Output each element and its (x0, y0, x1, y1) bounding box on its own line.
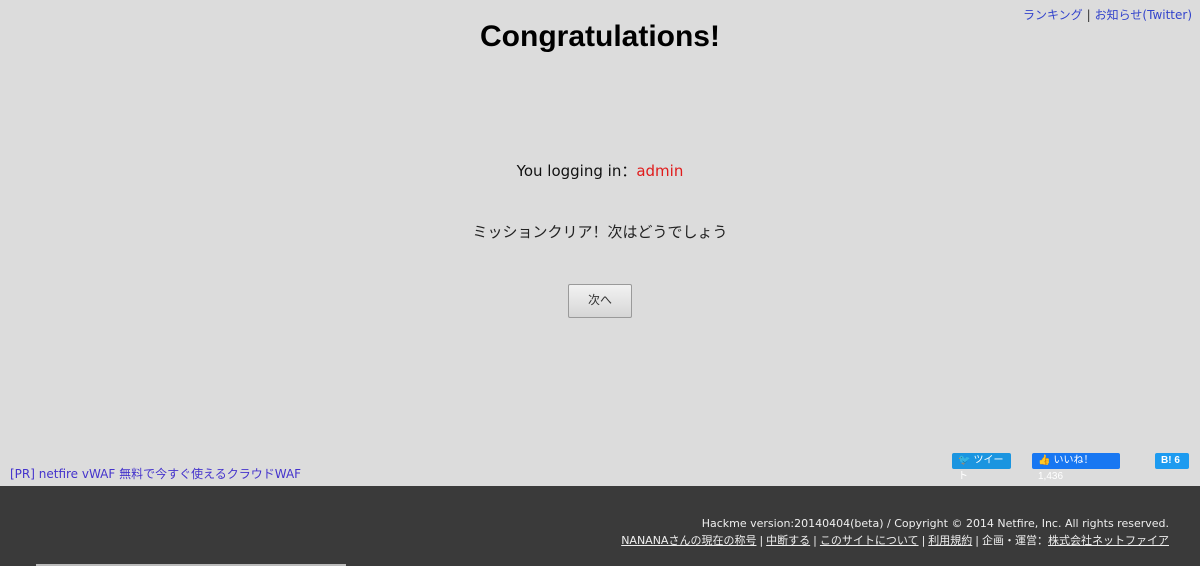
facebook-like-button[interactable]: 👍 いいね！ 1,436 (1032, 453, 1120, 482)
twitter-bird-icon: 🐦 (958, 455, 971, 466)
hatena-bookmark-button[interactable]: B! 6 (1155, 453, 1189, 469)
footer-link-terms[interactable]: 利用規約 (928, 534, 972, 547)
operator-label: 企画・運営： (982, 534, 1048, 547)
thumbs-up-icon: 👍 (1038, 455, 1051, 466)
pr-link[interactable]: [PR] netfire vWAF 無料で今すぐ使えるクラウドWAF (10, 465, 301, 482)
footer-links: NANANAさんの現在の称号 | 中断する | このサイトについて | 利用規約 | 企画・運営… (621, 534, 1169, 547)
footer: Hackme version:20140404(beta) / Copyrigh… (0, 486, 1200, 566)
page-title: Congratulations! (480, 20, 720, 53)
footer-copyright: Hackme version:20140404(beta) / Copyrigh… (701, 517, 1169, 530)
footer-link-title[interactable]: NANANAさんの現在の称号 (621, 534, 756, 547)
tweet-button[interactable]: 🐦 ツイート (952, 453, 1011, 482)
next-button[interactable]: 次へ (568, 284, 632, 318)
login-username: admin (636, 162, 684, 180)
login-status: You logging in：admin (0, 160, 1200, 181)
mission-message: ミッションクリア！次はどうでしょう (472, 223, 728, 241)
footer-link-suspend[interactable]: 中断する (766, 534, 810, 547)
footer-link-about[interactable]: このサイトについて (820, 534, 919, 547)
login-prefix: You logging in： (516, 162, 637, 180)
footer-link-operator[interactable]: 株式会社ネットファイア (1048, 534, 1169, 547)
